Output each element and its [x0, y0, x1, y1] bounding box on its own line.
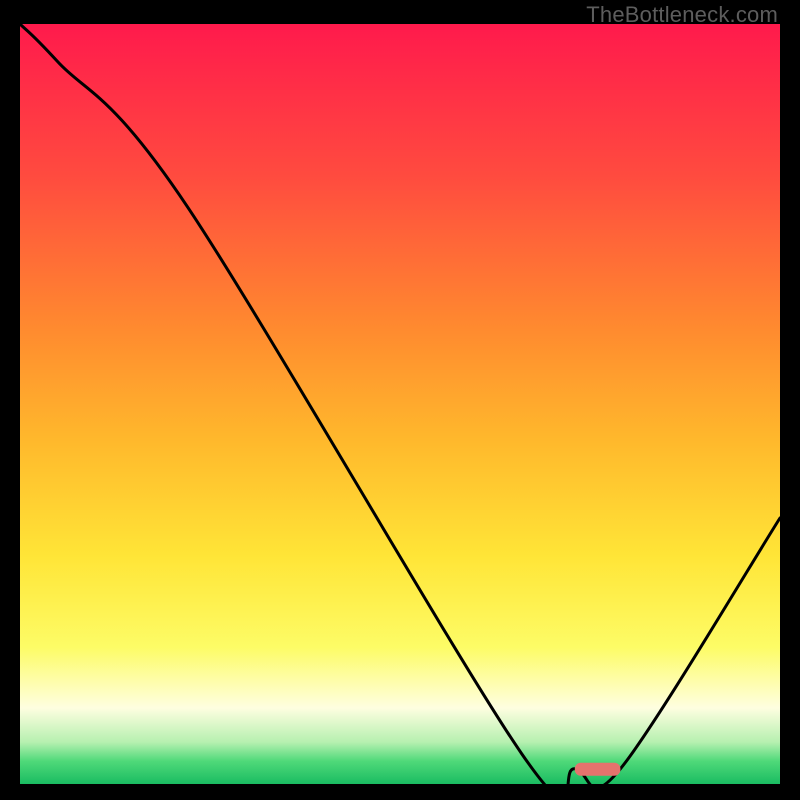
bottleneck-chart	[20, 24, 780, 784]
optimal-marker	[575, 763, 621, 776]
gradient-background	[20, 24, 780, 784]
watermark-text: TheBottleneck.com	[586, 2, 778, 28]
chart-plot-area	[20, 24, 780, 784]
